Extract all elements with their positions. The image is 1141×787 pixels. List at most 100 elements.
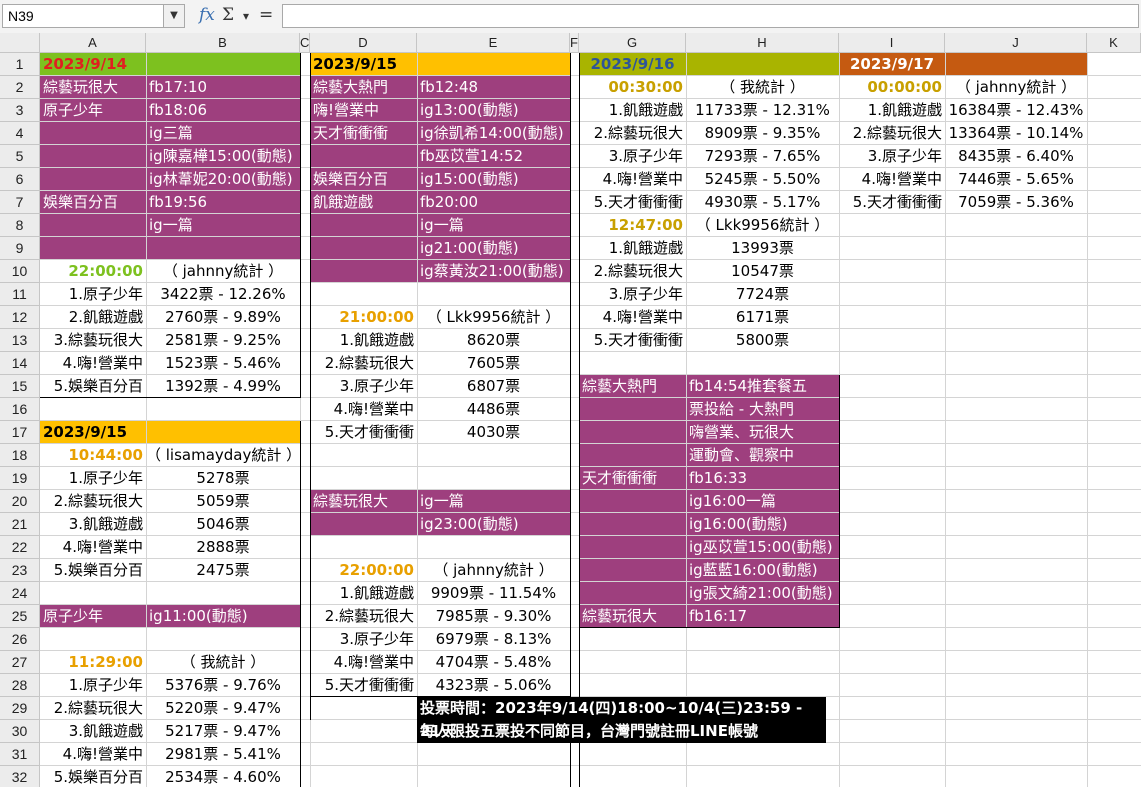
rank-program[interactable]: 4.嗨!營業中 — [40, 352, 146, 375]
row-header-16[interactable]: 16 — [0, 398, 40, 421]
post-detail[interactable]: fb17:10 — [146, 76, 300, 99]
row-header-11[interactable]: 11 — [0, 283, 40, 306]
post-program[interactable] — [579, 536, 686, 559]
post-program[interactable]: 嗨!營業中 — [310, 99, 417, 122]
post-detail[interactable]: ig藍藍16:00(動態) — [686, 559, 839, 582]
rank-program[interactable]: 1.原子少年 — [40, 467, 146, 490]
rank-votes[interactable]: 9909票 - 11.54% — [417, 582, 570, 605]
stat-source[interactable]: （ 我統計 ） — [686, 76, 839, 99]
rank-votes[interactable]: 4704票 - 5.48% — [417, 651, 570, 674]
post-detail[interactable]: fb16:33 — [686, 467, 839, 490]
row-header-2[interactable]: 2 — [0, 76, 40, 99]
post-program[interactable] — [579, 421, 686, 444]
rank-votes[interactable]: 5800票 — [686, 329, 839, 352]
rank-program[interactable]: 4.嗨!營業中 — [310, 398, 417, 421]
rank-votes[interactable]: 4930票 - 5.17% — [686, 191, 839, 214]
date-header[interactable]: 2023/9/16 — [579, 53, 686, 76]
row-header-19[interactable]: 19 — [0, 467, 40, 490]
row-header-6[interactable]: 6 — [0, 168, 40, 191]
post-program[interactable] — [579, 582, 686, 605]
rank-votes[interactable]: 6979票 - 8.13% — [417, 628, 570, 651]
stat-time[interactable]: 12:47:00 — [579, 214, 686, 237]
rank-votes[interactable]: 2760票 - 9.89% — [146, 306, 300, 329]
column-header-B[interactable]: B — [146, 33, 300, 53]
rank-program[interactable]: 4.嗨!營業中 — [839, 168, 945, 191]
rank-program[interactable]: 2.飢餓遊戲 — [40, 306, 146, 329]
rank-program[interactable]: 3.原子少年 — [839, 145, 945, 168]
post-program[interactable] — [579, 398, 686, 421]
rank-program[interactable]: 2.綜藝玩很大 — [310, 352, 417, 375]
row-header-28[interactable]: 28 — [0, 674, 40, 697]
row-header-13[interactable]: 13 — [0, 329, 40, 352]
rank-votes[interactable]: 8909票 - 9.35% — [686, 122, 839, 145]
rank-votes[interactable]: 5278票 — [146, 467, 300, 490]
row-header-21[interactable]: 21 — [0, 513, 40, 536]
rank-program[interactable]: 5.天才衝衝衝 — [310, 674, 417, 697]
post-detail[interactable]: 嗨營業、玩很大 — [686, 421, 839, 444]
row-header-9[interactable]: 9 — [0, 237, 40, 260]
rank-votes[interactable]: 2475票 — [146, 559, 300, 582]
post-program[interactable] — [310, 260, 417, 283]
rank-program[interactable]: 3.飢餓遊戲 — [40, 513, 146, 536]
sum-dropdown-icon[interactable]: ▾ — [243, 9, 249, 23]
post-detail[interactable]: fb12:48 — [417, 76, 570, 99]
row-header-25[interactable]: 25 — [0, 605, 40, 628]
rank-program[interactable]: 5.娛樂百分百 — [40, 375, 146, 398]
row-header-15[interactable]: 15 — [0, 375, 40, 398]
post-detail[interactable]: ig13:00(動態) — [417, 99, 570, 122]
stat-time[interactable]: 22:00:00 — [310, 559, 417, 582]
post-program[interactable] — [40, 214, 146, 237]
sum-icon[interactable]: Σ — [222, 5, 234, 25]
post-program[interactable]: 綜藝玩很大 — [310, 490, 417, 513]
rank-program[interactable]: 3.綜藝玩很大 — [40, 329, 146, 352]
post-program[interactable] — [40, 237, 146, 260]
rank-votes[interactable]: 2981票 - 5.41% — [146, 743, 300, 766]
rank-votes[interactable]: 4030票 — [417, 421, 570, 444]
post-program[interactable]: 天才衝衝衝 — [579, 467, 686, 490]
post-program[interactable]: 娛樂百分百 — [310, 168, 417, 191]
formula-equals-icon[interactable]: = — [259, 5, 273, 25]
stat-source[interactable]: （ jahnny統計 ） — [945, 76, 1087, 99]
function-wizard-icon[interactable]: 𝑓x — [199, 5, 215, 25]
post-detail[interactable]: fb19:56 — [146, 191, 300, 214]
rank-votes[interactable]: 2581票 - 9.25% — [146, 329, 300, 352]
post-detail[interactable]: ig林葦妮20:00(動態) — [146, 168, 300, 191]
row-header-8[interactable]: 8 — [0, 214, 40, 237]
rank-votes[interactable]: 6807票 — [417, 375, 570, 398]
rank-program[interactable]: 5.天才衝衝衝 — [310, 421, 417, 444]
rank-votes[interactable]: 5376票 - 9.76% — [146, 674, 300, 697]
post-detail[interactable]: 運動會、觀察中 — [686, 444, 839, 467]
post-program[interactable] — [579, 513, 686, 536]
date-header[interactable]: 2023/9/17 — [839, 53, 945, 76]
rank-votes[interactable]: 5245票 - 5.50% — [686, 168, 839, 191]
rank-program[interactable]: 3.飢餓遊戲 — [40, 720, 146, 743]
row-header-3[interactable]: 3 — [0, 99, 40, 122]
row-header-5[interactable]: 5 — [0, 145, 40, 168]
rank-votes[interactable]: 8620票 — [417, 329, 570, 352]
post-detail[interactable]: fb20:00 — [417, 191, 570, 214]
date-header[interactable]: 2023/9/15 — [310, 53, 417, 76]
rank-program[interactable]: 1.飢餓遊戲 — [310, 582, 417, 605]
post-detail[interactable]: fb巫苡萱14:52 — [417, 145, 570, 168]
post-program[interactable] — [310, 237, 417, 260]
column-header-F[interactable]: F — [570, 33, 579, 53]
column-header-J[interactable]: J — [945, 33, 1087, 53]
post-program[interactable] — [310, 513, 417, 536]
post-detail[interactable]: ig巫苡萱15:00(動態) — [686, 536, 839, 559]
stat-time[interactable]: 22:00:00 — [40, 260, 146, 283]
post-program[interactable] — [40, 122, 146, 145]
rank-program[interactable]: 5.天才衝衝衝 — [839, 191, 945, 214]
row-header-1[interactable]: 1 — [0, 53, 40, 76]
stat-source[interactable]: （ 我統計 ） — [146, 651, 300, 674]
rank-votes[interactable]: 13993票 — [686, 237, 839, 260]
date-header[interactable]: 2023/9/14 — [40, 53, 146, 76]
rank-votes[interactable]: 5217票 - 9.47% — [146, 720, 300, 743]
rank-votes[interactable]: 2888票 — [146, 536, 300, 559]
rank-votes[interactable]: 10547票 — [686, 260, 839, 283]
rank-program[interactable]: 4.嗨!營業中 — [40, 743, 146, 766]
rank-program[interactable]: 1.飢餓遊戲 — [579, 237, 686, 260]
rank-program[interactable]: 1.飢餓遊戲 — [310, 329, 417, 352]
rank-program[interactable]: 4.嗨!營業中 — [579, 306, 686, 329]
post-detail[interactable]: ig16:00(動態) — [686, 513, 839, 536]
rank-votes[interactable]: 4486票 — [417, 398, 570, 421]
